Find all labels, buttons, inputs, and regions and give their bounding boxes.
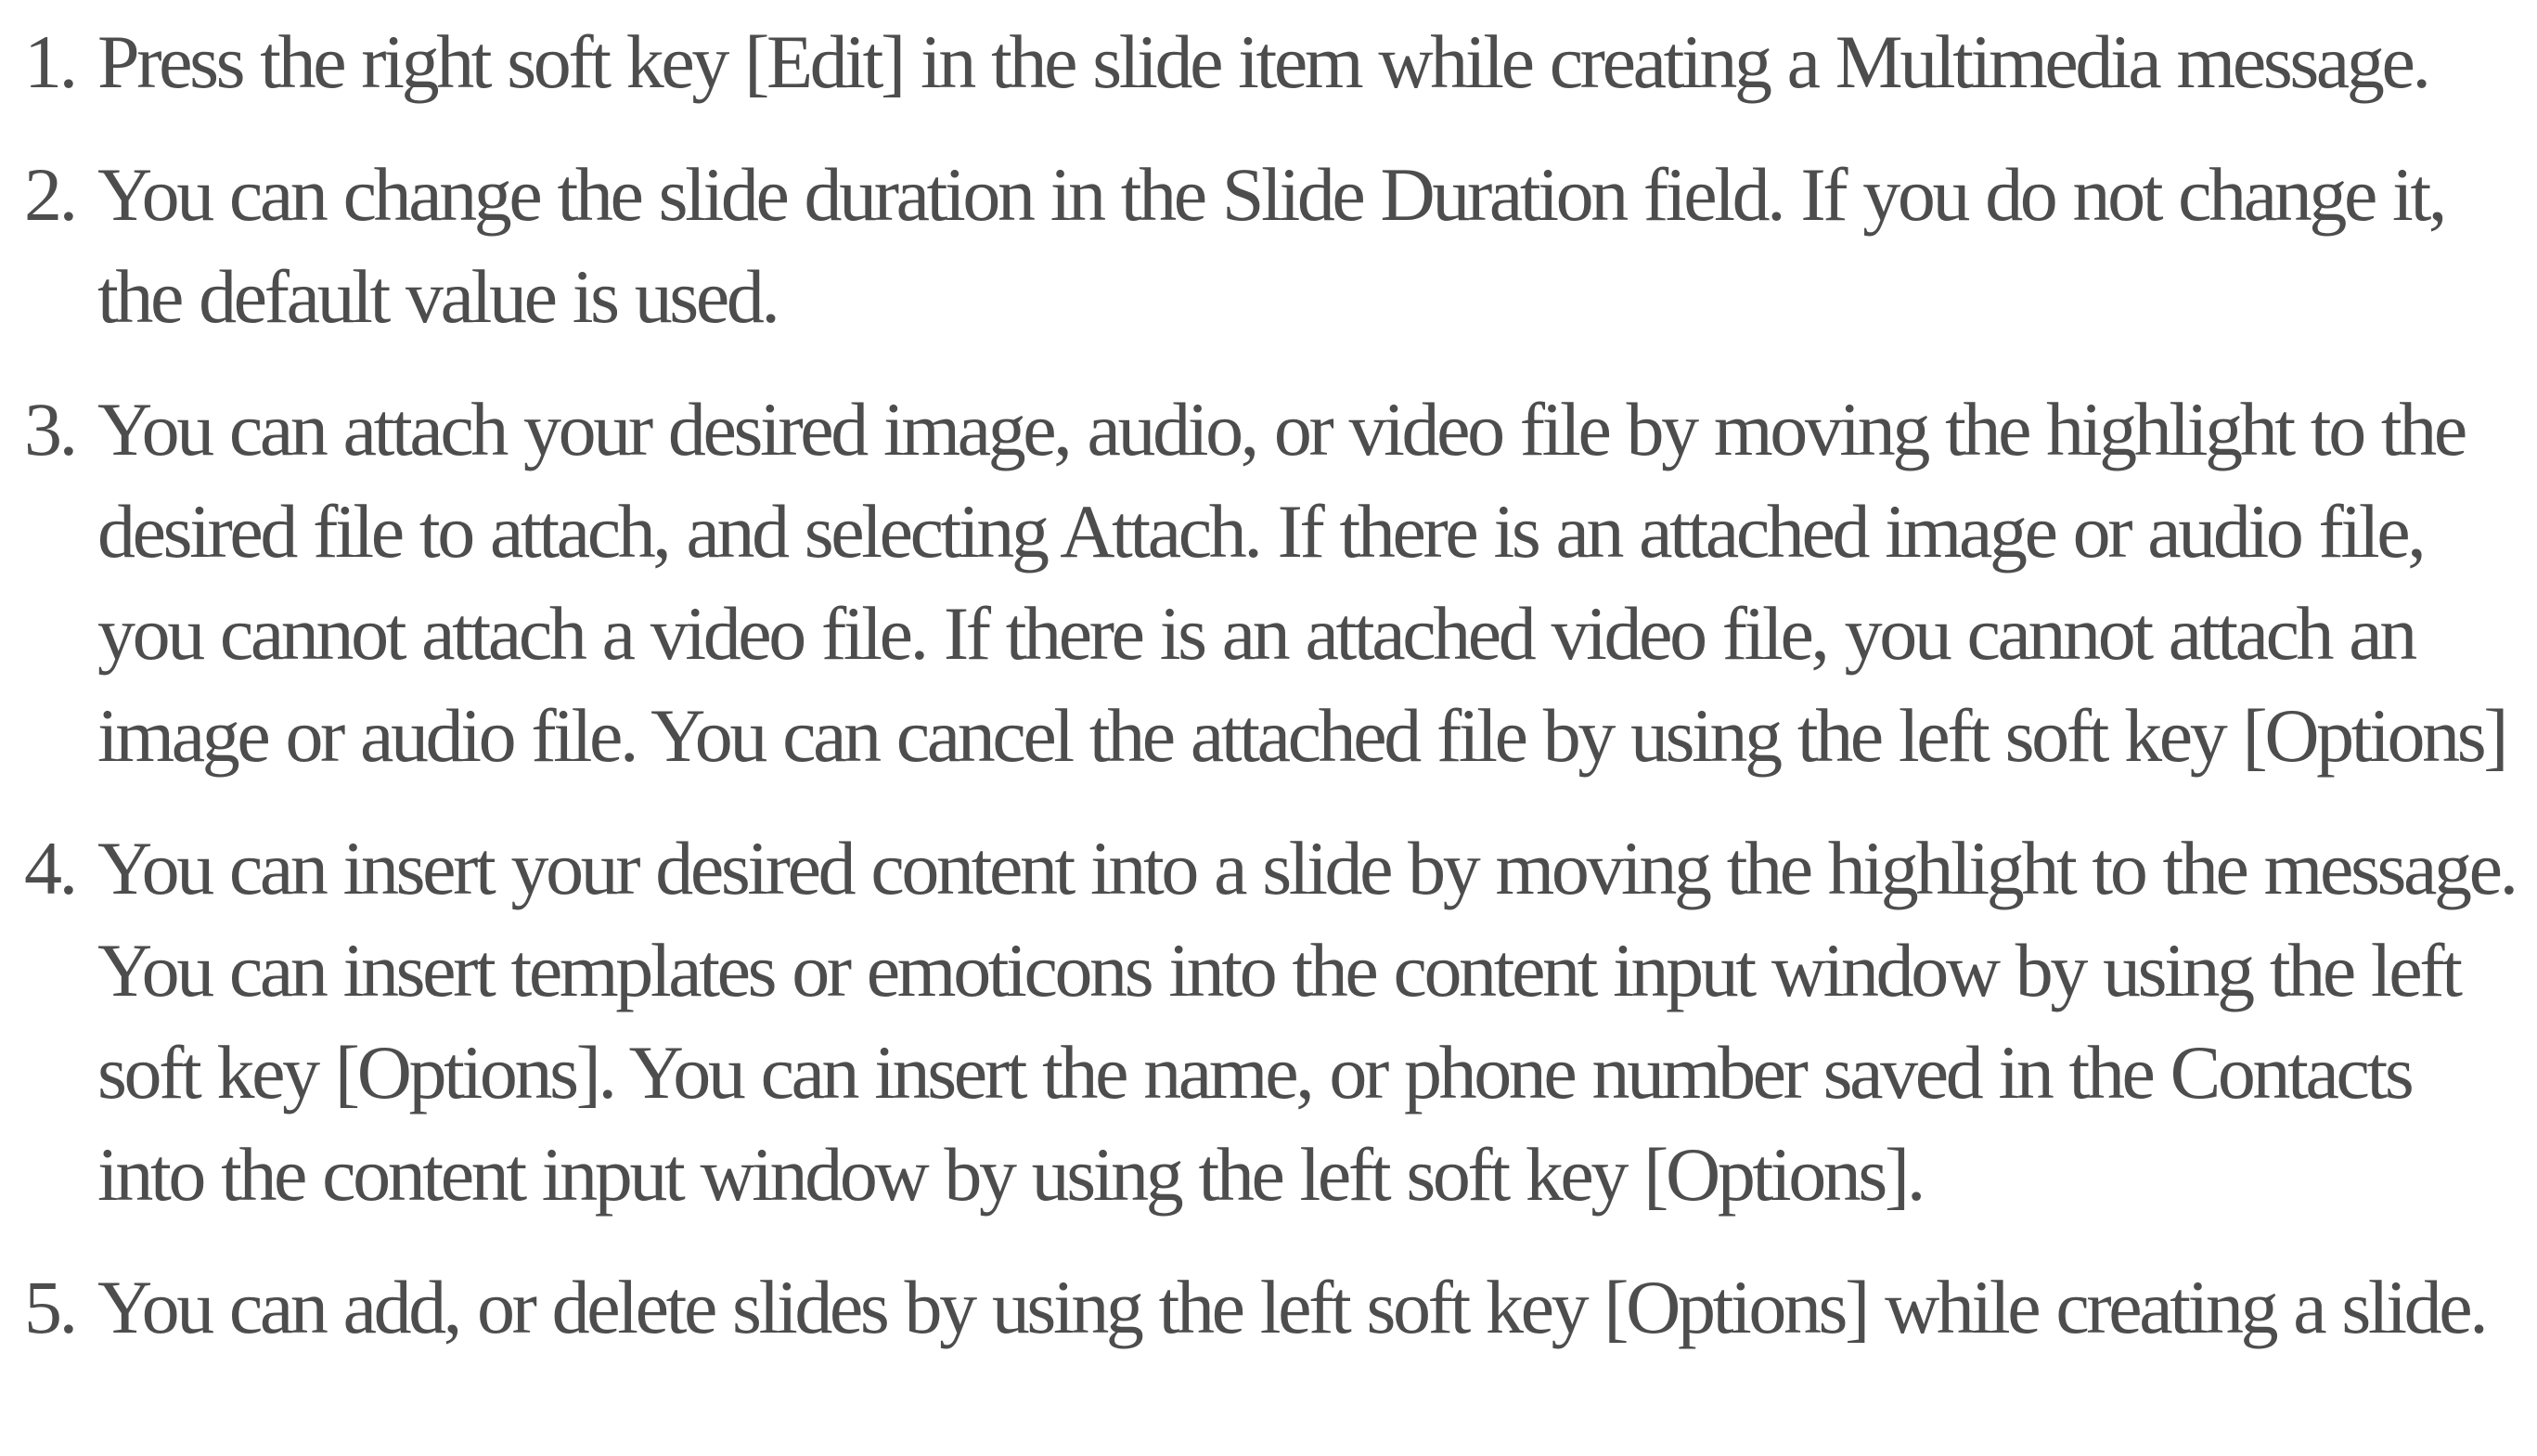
list-item: 5. You can add, or delete slides by usin… [0, 1256, 2537, 1359]
step-number: 5. [24, 1265, 78, 1349]
list-item: 2. You can change the slide duration in … [0, 144, 2537, 348]
instruction-list: 1. Press the right soft key [Edit] in th… [0, 11, 2537, 1359]
step-text: You can add, or delete slides by using t… [97, 1265, 2489, 1349]
step-number: 2. [24, 152, 78, 237]
list-item: 3. You can attach your desired image, au… [0, 379, 2537, 787]
list-item: 4. You can insert your desired content i… [0, 818, 2537, 1226]
step-number: 3. [24, 387, 78, 471]
step-text: You can attach your desired image, audio… [97, 387, 2509, 778]
step-number: 4. [24, 826, 78, 910]
list-item: 1. Press the right soft key [Edit] in th… [0, 11, 2537, 113]
step-text: You can insert your desired content into… [97, 826, 2518, 1217]
step-text: You can change the slide duration in the… [97, 152, 2447, 339]
document-page: 1. Press the right soft key [Edit] in th… [0, 0, 2537, 1456]
step-number: 1. [24, 19, 78, 104]
step-text: Press the right soft key [Edit] in the s… [97, 19, 2431, 104]
